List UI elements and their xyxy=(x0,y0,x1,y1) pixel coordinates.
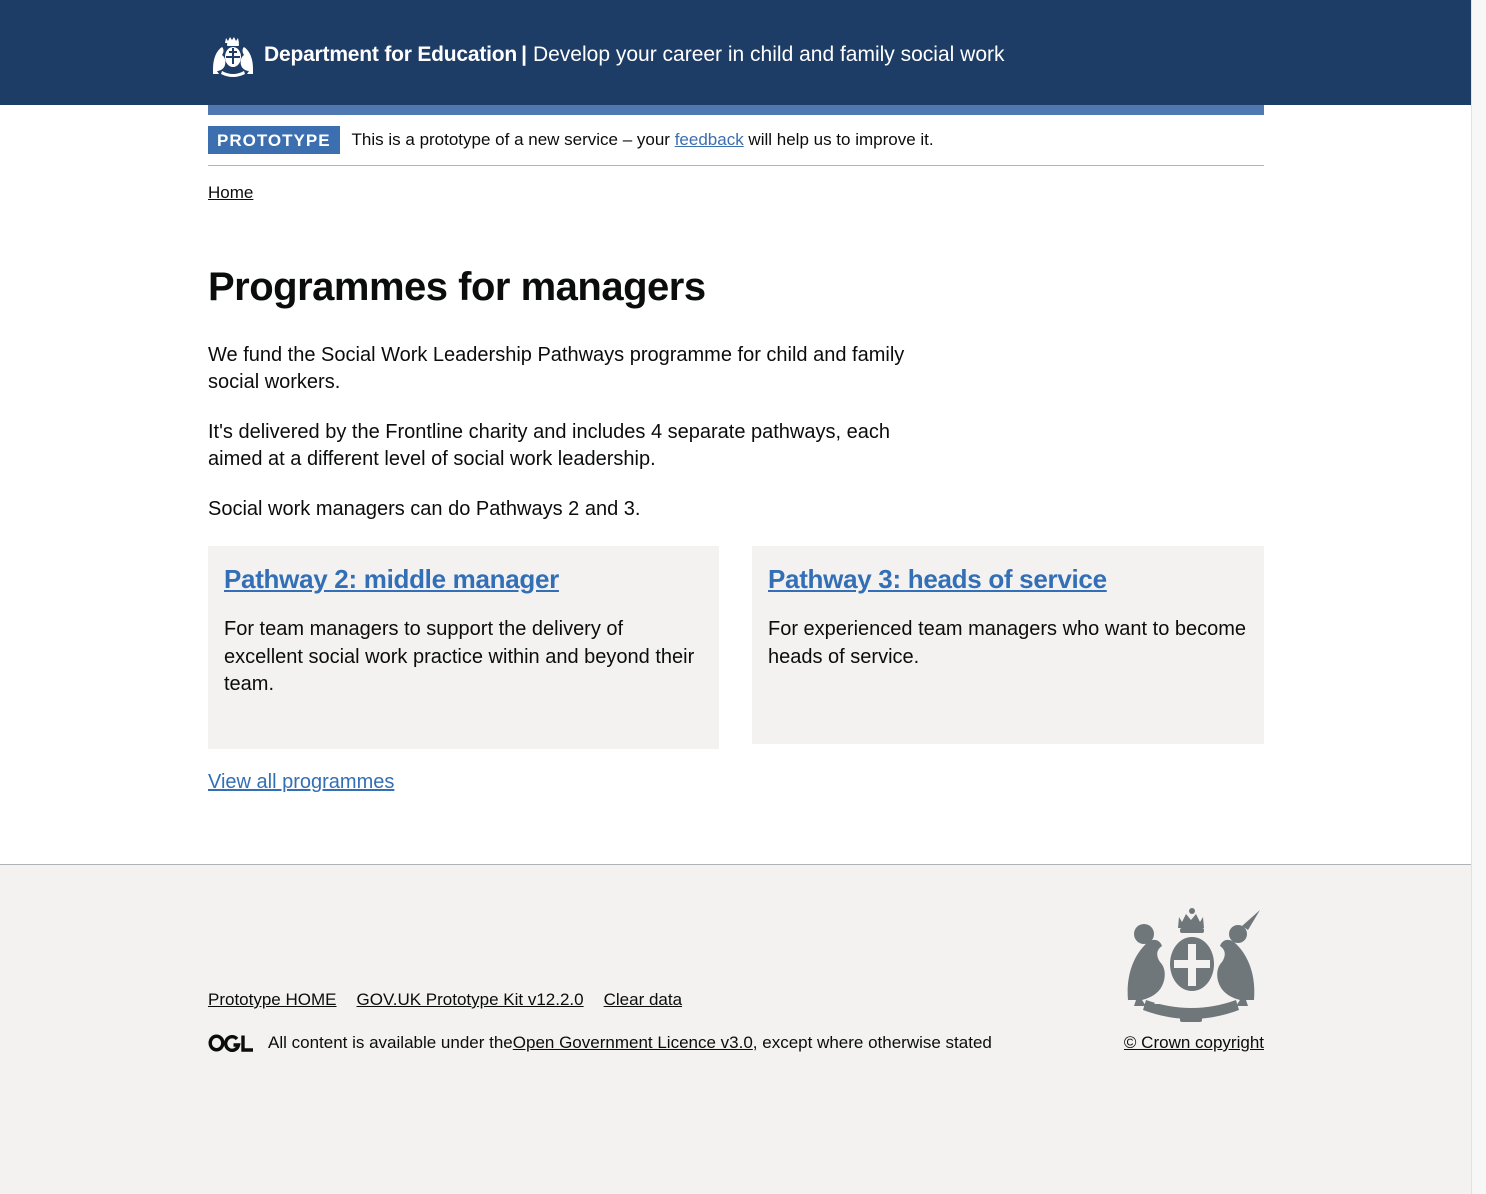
delivery-paragraph: It's delivered by the Frontline charity … xyxy=(208,421,890,470)
feedback-link[interactable]: feedback xyxy=(675,130,744,149)
intro-paragraph: We fund the Social Work Leadership Pathw… xyxy=(208,344,905,393)
eligibility-paragraph: Social work managers can do Pathways 2 a… xyxy=(208,498,641,520)
open-government-licence-link[interactable]: Open Government Licence v3.0 xyxy=(513,1033,753,1053)
phase-text-before: This is a prototype of a new service – y… xyxy=(351,130,675,149)
header-logo-link[interactable]: Department for Education | Develop your … xyxy=(208,30,1005,80)
breadcrumb: Home xyxy=(208,183,253,203)
licence-text-after: , except where otherwise stated xyxy=(752,1033,992,1052)
pathway-description: For experienced team managers who want t… xyxy=(768,618,1247,668)
pathway-3-link[interactable]: Pathway 3: heads of service xyxy=(768,564,1107,594)
view-all-programmes-link[interactable]: View all programmes xyxy=(208,771,394,794)
scrollbar[interactable] xyxy=(1471,0,1486,1194)
organisation-name: Department for Education xyxy=(264,43,518,66)
breadcrumb-home-link[interactable]: Home xyxy=(208,183,253,202)
pathway-description: For team managers to support the deliver… xyxy=(224,618,695,695)
royal-coat-of-arms-icon xyxy=(1127,908,1260,1022)
ogl-logo-icon xyxy=(208,1034,253,1052)
footer-link-clear-data[interactable]: Clear data xyxy=(604,990,682,1010)
phase-banner-text: This is a prototype of a new service – y… xyxy=(352,130,934,150)
licence-statement: All content is available under the Open … xyxy=(208,1033,992,1053)
crown-copyright-link[interactable]: © Crown copyright xyxy=(1124,1033,1264,1053)
footer-links: Prototype HOME GOV.UK Prototype Kit v12.… xyxy=(208,990,702,1010)
footer-link-prototype-kit[interactable]: GOV.UK Prototype Kit v12.2.0 xyxy=(357,990,584,1010)
phase-banner: PROTOTYPE This is a prototype of a new s… xyxy=(208,115,1264,166)
pathway-2-link[interactable]: Pathway 2: middle manager xyxy=(224,564,559,594)
header-accent-bar xyxy=(208,105,1264,115)
royal-crest-icon xyxy=(213,37,253,77)
pathway-card: Pathway 2: middle manager For team manag… xyxy=(208,546,719,749)
footer-link-prototype-home[interactable]: Prototype HOME xyxy=(208,990,337,1010)
service-name: Develop your career in child and family … xyxy=(532,43,1005,66)
phase-text-after: will help us to improve it. xyxy=(743,130,934,149)
licence-text-before: All content is available under the xyxy=(268,1033,513,1052)
site-footer: Prototype HOME GOV.UK Prototype Kit v12.… xyxy=(0,864,1471,1194)
header-separator: | xyxy=(521,43,527,66)
page-title: Programmes for managers xyxy=(208,265,706,309)
page: Department for Education | Develop your … xyxy=(0,0,1471,1194)
phase-tag: PROTOTYPE xyxy=(208,126,340,154)
site-header: Department for Education | Develop your … xyxy=(0,0,1471,105)
pathway-card: Pathway 3: heads of service For experien… xyxy=(752,546,1264,744)
